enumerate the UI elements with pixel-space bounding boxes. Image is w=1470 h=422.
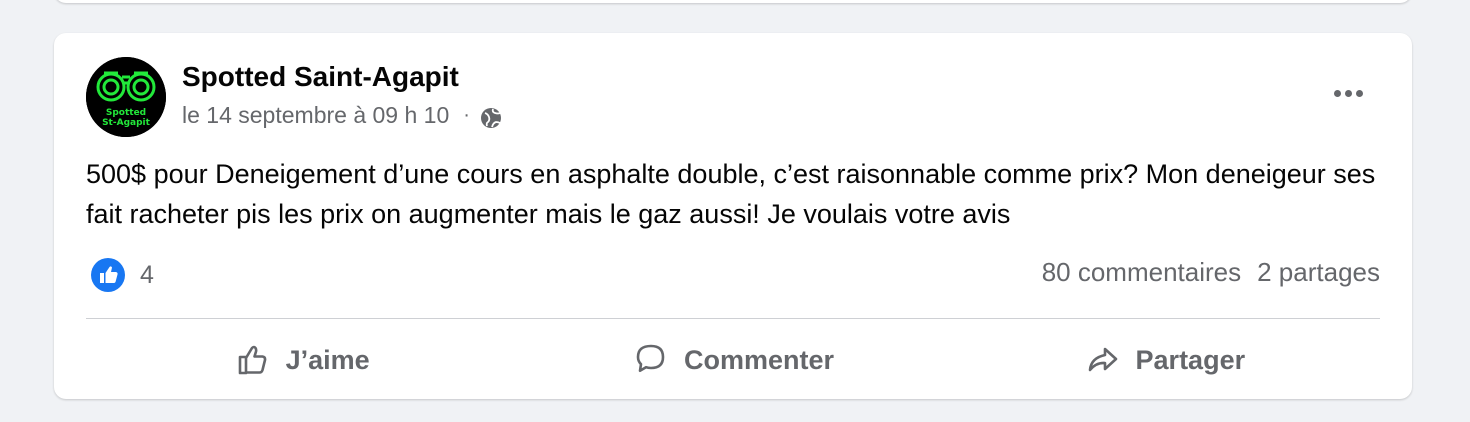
globe-icon[interactable] xyxy=(480,107,502,129)
reactions-summary[interactable]: 4 xyxy=(90,257,154,293)
comment-button-label: Commenter xyxy=(683,344,834,375)
share-button-label: Partager xyxy=(1135,344,1246,375)
post-actions-bar: J’aime Commenter Partager xyxy=(86,331,1380,389)
avatar-logo-line2: St-Agapit xyxy=(102,118,151,128)
binoculars-logo-icon: Spotted St-Agapit xyxy=(86,57,166,137)
comment-button[interactable]: Commenter xyxy=(517,331,948,389)
like-count: 4 xyxy=(140,260,154,289)
page-name-link[interactable]: Spotted Saint-Agapit xyxy=(182,61,459,93)
share-button[interactable]: Partager xyxy=(949,331,1380,389)
engagement-counts: 80 commentaires 2 partages xyxy=(1042,257,1380,288)
share-icon xyxy=(1088,347,1117,372)
meta-separator: · xyxy=(463,104,470,126)
post-timestamp[interactable]: le 14 septembre à 09 h 10 xyxy=(182,102,449,129)
comments-count-link[interactable]: 80 commentaires xyxy=(1042,257,1241,288)
previous-post-card xyxy=(54,0,1412,3)
page-avatar[interactable]: Spotted St-Agapit xyxy=(86,57,166,137)
thumbs-up-icon xyxy=(238,345,266,375)
post-card: Spotted St-Agapit Spotted Saint-Agapit l… xyxy=(54,33,1412,399)
like-button[interactable]: J’aime xyxy=(86,331,517,389)
more-options-icon[interactable] xyxy=(1328,79,1368,107)
post-text: 500$ pour Deneigement d’une cours en asp… xyxy=(86,159,1376,229)
shares-count-link[interactable]: 2 partages xyxy=(1257,257,1380,288)
post-meta: le 14 septembre à 09 h 10 · xyxy=(182,102,502,129)
like-reaction-icon xyxy=(91,258,125,292)
like-button-label: J’aime xyxy=(285,344,370,375)
comment-icon xyxy=(636,344,665,372)
action-divider xyxy=(86,318,1380,319)
avatar-logo-line1: Spotted xyxy=(106,108,146,118)
